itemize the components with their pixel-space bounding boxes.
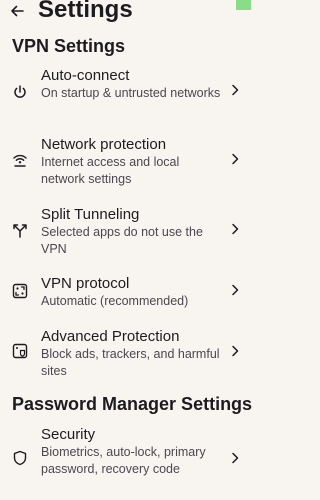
- settings-item-auto-connect[interactable]: Auto-connect On startup & untrusted netw…: [0, 64, 254, 124]
- power-icon: [12, 84, 28, 100]
- settings-item-split-tunneling[interactable]: Split Tunneling Selected apps do not use…: [0, 203, 254, 263]
- shield-icon: [12, 450, 28, 466]
- chevron-right-icon: [230, 223, 240, 235]
- section-title-vpn: VPN Settings: [12, 36, 126, 56]
- chevron-right-icon: [230, 284, 240, 296]
- settings-item-description: Block ads, trackers, and harmful sites: [41, 347, 220, 378]
- chevron-right-icon: [230, 84, 240, 96]
- settings-item-vpn-protocol[interactable]: VPN protocol Automatic (recommended): [0, 272, 254, 312]
- chevron-right-icon: [230, 452, 240, 464]
- settings-item-security[interactable]: Security Biometrics, auto-lock, primary …: [0, 424, 254, 496]
- chevron-right-icon: [230, 345, 240, 357]
- advanced-protection-icon: [12, 343, 28, 359]
- app-header: Settings: [0, 0, 254, 26]
- settings-item-label: Network protection: [41, 136, 167, 153]
- settings-item-label: VPN protocol: [41, 275, 130, 292]
- protocol-icon: [12, 283, 28, 299]
- settings-item-label: Auto-connect: [41, 67, 130, 84]
- section-title-password-manager: Password Manager Settings: [12, 394, 253, 414]
- settings-item-advanced-protection[interactable]: Advanced Protection Block ads, trackers,…: [0, 325, 254, 385]
- chevron-right-icon: [230, 153, 240, 165]
- wifi-shield-icon: [12, 152, 28, 168]
- settings-item-description: Automatic (recommended): [41, 294, 189, 308]
- split-icon: [12, 222, 28, 238]
- page-title: Settings: [38, 0, 133, 23]
- settings-item-label: Security: [41, 426, 96, 443]
- settings-item-description: Internet access and local network settin…: [41, 155, 180, 186]
- back-arrow-icon[interactable]: [9, 3, 25, 19]
- settings-item-description: Selected apps do not use the VPN: [41, 225, 203, 256]
- settings-item-network-protection[interactable]: Network protection Internet access and l…: [0, 133, 254, 193]
- settings-item-label: Split Tunneling: [41, 206, 140, 223]
- status-indicator: [236, 0, 251, 10]
- settings-item-description: Biometrics, auto-lock, primary password,…: [41, 445, 206, 476]
- settings-item-label: Advanced Protection: [41, 328, 180, 345]
- settings-item-description: On startup & untrusted networks: [41, 86, 221, 100]
